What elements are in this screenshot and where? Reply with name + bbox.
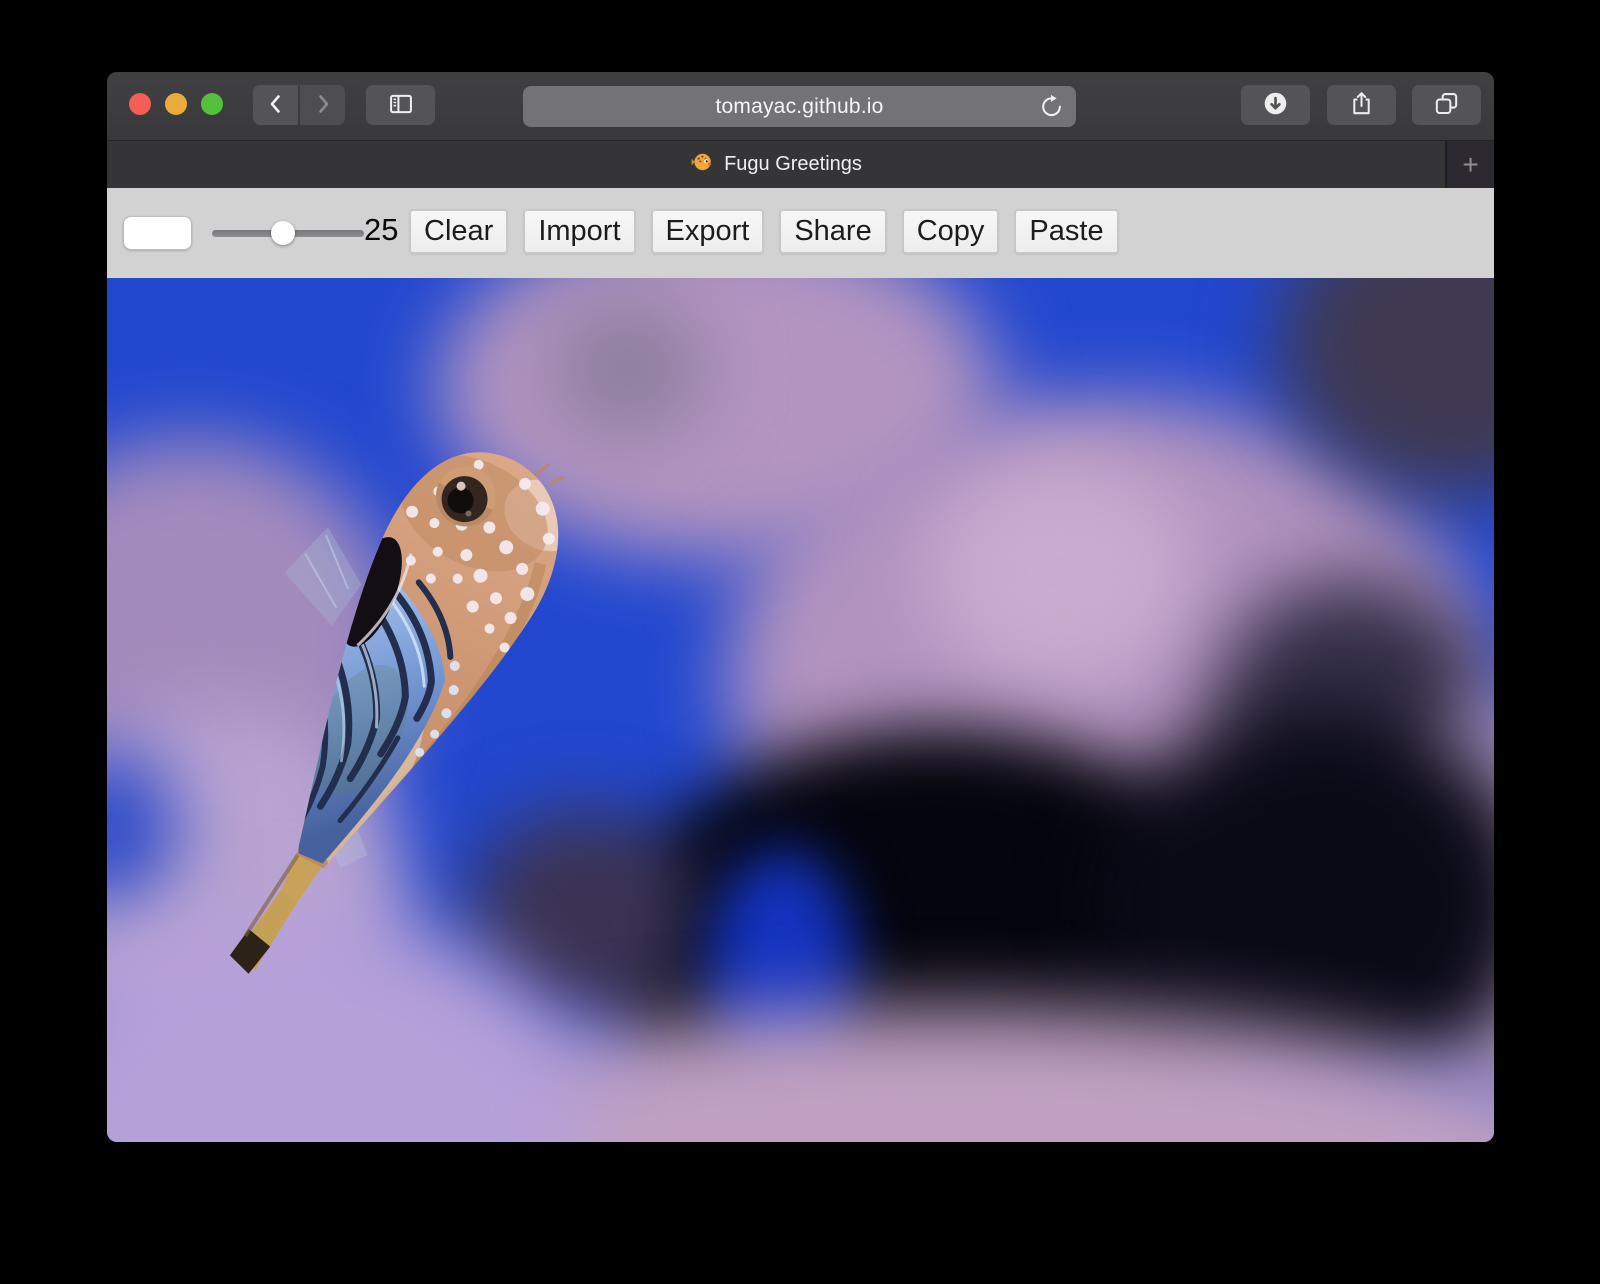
close-window-button[interactable] xyxy=(129,93,151,115)
sidebar-toggle-button[interactable] xyxy=(366,85,435,125)
paste-button[interactable]: Paste xyxy=(1014,209,1118,254)
address-bar-url: tomayac.github.io xyxy=(716,95,884,119)
tab-bar: Fugu Greetings + xyxy=(107,140,1494,188)
forward-button[interactable] xyxy=(300,85,345,125)
clear-button[interactable]: Clear xyxy=(409,209,508,254)
browser-titlebar: tomayac.github.io xyxy=(107,72,1494,140)
back-button[interactable] xyxy=(253,85,298,125)
share-button-titlebar[interactable] xyxy=(1327,85,1396,125)
export-button[interactable]: Export xyxy=(651,209,765,254)
tab-title: Fugu Greetings xyxy=(724,153,862,176)
sidebar-icon xyxy=(387,90,415,121)
copy-button[interactable]: Copy xyxy=(902,209,1000,254)
chevron-right-icon xyxy=(311,92,335,119)
address-bar[interactable]: tomayac.github.io xyxy=(523,86,1076,127)
zoom-window-button[interactable] xyxy=(201,93,223,115)
new-tab-button[interactable]: + xyxy=(1447,141,1494,188)
share-button[interactable]: Share xyxy=(779,209,886,254)
toolbar-buttons: Clear Import Export Share Copy Paste xyxy=(409,209,1119,254)
reload-icon[interactable] xyxy=(1039,94,1064,119)
traffic-lights xyxy=(129,93,223,115)
app-toolbar: 25 Clear Import Export Share Copy Paste xyxy=(107,188,1494,278)
chevron-left-icon xyxy=(264,92,288,119)
pen-size-slider[interactable] xyxy=(212,215,364,251)
tab-fugu-greetings[interactable]: Fugu Greetings xyxy=(107,141,1447,188)
slider-thumb[interactable] xyxy=(271,221,295,245)
tab-overview-button[interactable] xyxy=(1412,85,1481,125)
pen-size-value: 25 xyxy=(364,212,398,248)
pufferfish xyxy=(107,278,1494,1142)
download-icon xyxy=(1262,90,1289,120)
tabs-icon xyxy=(1433,90,1460,120)
minimize-window-button[interactable] xyxy=(165,93,187,115)
share-icon xyxy=(1348,90,1375,120)
downloads-button[interactable] xyxy=(1241,85,1310,125)
greeting-card-canvas[interactable] xyxy=(107,278,1494,1142)
pufferfish-favicon xyxy=(690,150,714,179)
color-picker-swatch[interactable] xyxy=(123,216,192,250)
import-button[interactable]: Import xyxy=(523,209,635,254)
safari-window: tomayac.github.io xyxy=(107,72,1494,1142)
